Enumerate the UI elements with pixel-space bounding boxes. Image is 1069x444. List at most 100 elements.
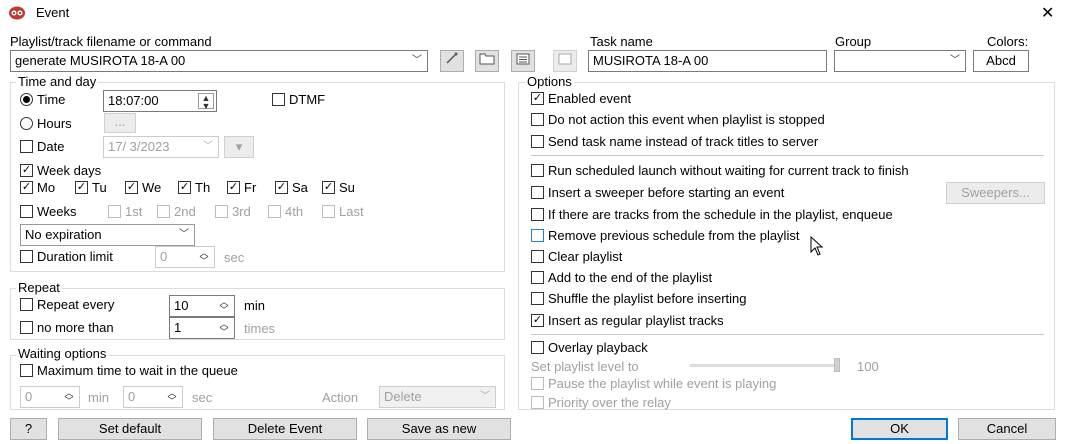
sweepers-button[interactable]: Sweepers... xyxy=(946,182,1045,204)
max-wait-checkbox[interactable]: Maximum time to wait in the queue xyxy=(20,363,238,379)
run-scheduled-checkbox[interactable]: Run scheduled launch without waiting for… xyxy=(531,163,909,179)
no-more-than-label: no more than xyxy=(37,320,114,335)
list-icon[interactable] xyxy=(511,50,535,72)
date-picker[interactable]: 17/ 3/2023 ﹀ xyxy=(103,136,219,158)
add-end-checkbox[interactable]: Add to the end of the playlist xyxy=(531,270,712,286)
chevron-down-icon[interactable]: ﹀ xyxy=(950,51,960,71)
delete-event-button[interactable]: Delete Event xyxy=(213,418,357,440)
checkbox-date[interactable] xyxy=(20,140,33,153)
date-checkbox[interactable]: Date xyxy=(20,139,64,155)
overlay-checkbox[interactable]: Overlay playback xyxy=(531,340,648,356)
no-more-than-input[interactable]: 1 ︿ ﹀ xyxy=(169,317,235,339)
spin-icon[interactable]: ︿ ﹀ xyxy=(196,249,212,266)
week-1st[interactable]: 1st xyxy=(108,204,142,220)
spin-icon[interactable]: ︿ ﹀ xyxy=(216,298,232,315)
spin-icon[interactable]: ︿ ﹀ xyxy=(61,389,77,406)
help-button[interactable]: ? xyxy=(10,418,47,440)
pause-label: Pause the playlist while event is playin… xyxy=(548,376,777,391)
save-as-new-button[interactable]: Save as new xyxy=(367,418,511,440)
checkbox-no-more-than[interactable] xyxy=(20,321,33,334)
regular-checkbox[interactable]: ✓ Insert as regular playlist tracks xyxy=(531,313,724,329)
duration-checkbox[interactable]: Duration limit xyxy=(20,249,113,265)
day-we[interactable]: ✓ We xyxy=(125,180,161,196)
week-2nd[interactable]: 2nd xyxy=(157,204,196,220)
colors-box[interactable]: Abcd xyxy=(973,50,1029,72)
week-days-checkbox[interactable]: ✓ Week days xyxy=(20,163,101,179)
run-scheduled-label: Run scheduled launch without waiting for… xyxy=(548,163,909,178)
day-label: Th xyxy=(195,180,211,195)
weeks-checkbox[interactable]: Weeks xyxy=(20,204,77,220)
checkbox-su: ✓ xyxy=(322,181,335,194)
day-label: Fr xyxy=(244,180,257,195)
playlist-combo[interactable]: generate MUSIROTA 18-A 00 ﹀ xyxy=(10,50,428,72)
chevron-down-icon[interactable]: ﹀ xyxy=(480,387,490,407)
enqueue-checkbox[interactable]: If there are tracks from the schedule in… xyxy=(531,207,893,223)
spin-icon[interactable]: ︿ ﹀ xyxy=(164,389,180,406)
week-3rd[interactable]: 3rd xyxy=(215,204,251,220)
wait-min-input[interactable]: 0 ︿ ﹀ xyxy=(20,386,80,408)
set-default-button[interactable]: Set default xyxy=(58,418,202,440)
chevron-down-icon[interactable]: ﹀ xyxy=(412,51,422,71)
close-icon[interactable]: ✕ xyxy=(1041,3,1054,23)
date-dropdown-button[interactable]: ▾ xyxy=(224,136,254,158)
remove-previous-checkbox[interactable]: Remove previous schedule from the playli… xyxy=(531,228,799,244)
hours-radio[interactable]: Hours xyxy=(20,116,72,132)
wait-sec-input[interactable]: 0 ︿ ﹀ xyxy=(123,386,183,408)
priority-checkbox[interactable]: Priority over the relay xyxy=(531,395,671,411)
checkbox-add-end xyxy=(531,271,544,284)
duration-label: Duration limit xyxy=(37,249,113,264)
checkbox-regular: ✓ xyxy=(531,314,544,327)
level-slider-track[interactable] xyxy=(690,364,840,367)
checkbox-duration[interactable] xyxy=(20,250,33,263)
chevron-down-icon[interactable]: ﹀ xyxy=(203,137,213,157)
radio-hours[interactable] xyxy=(20,117,33,130)
pause-checkbox[interactable]: Pause the playlist while event is playin… xyxy=(531,376,776,392)
week-4th[interactable]: 4th xyxy=(268,204,303,220)
folder-icon[interactable] xyxy=(475,50,499,72)
day-fr[interactable]: ✓ Fr xyxy=(227,180,256,196)
checkbox-th: ✓ xyxy=(178,181,191,194)
group-combo[interactable]: ﹀ xyxy=(834,50,966,72)
wait-sec-unit: sec xyxy=(192,390,213,405)
no-action-checkbox[interactable]: Do not action this event when playlist i… xyxy=(531,112,825,128)
dtmf-checkbox[interactable]: DTMF xyxy=(272,92,325,108)
sweeper-checkbox[interactable]: Insert a sweeper before starting an even… xyxy=(531,185,784,201)
day-su[interactable]: ✓ Su xyxy=(322,180,355,196)
enabled-checkbox[interactable]: ✓ Enabled event xyxy=(531,91,631,107)
day-mo[interactable]: ✓ Mo xyxy=(20,180,55,196)
checkbox-dtmf[interactable] xyxy=(272,93,285,106)
wait-sec-value: 0 xyxy=(128,389,136,404)
wand-icon[interactable] xyxy=(440,50,464,72)
day-th[interactable]: ✓ Th xyxy=(178,180,210,196)
level-slider-thumb[interactable] xyxy=(834,358,840,372)
checkbox-repeat-every[interactable] xyxy=(20,298,33,311)
task-input[interactable]: MUSIROTA 18-A 00 xyxy=(588,50,827,72)
no-more-than-checkbox[interactable]: no more than xyxy=(20,320,114,336)
week-label: 1st xyxy=(125,204,143,219)
clear-checkbox[interactable]: Clear playlist xyxy=(531,249,622,265)
action-combo[interactable]: Delete ﹀ xyxy=(379,386,496,408)
repeat-every-checkbox[interactable]: Repeat every xyxy=(20,297,114,313)
note-icon[interactable] xyxy=(553,50,577,72)
checkbox-send-task xyxy=(531,135,544,148)
time-input[interactable]: 18:07:00 ▲ ▼ xyxy=(103,90,217,112)
shuffle-checkbox[interactable]: Shuffle the playlist before inserting xyxy=(531,291,747,307)
expiration-combo[interactable]: No expiration ﹀ xyxy=(20,224,195,246)
ok-button[interactable]: OK xyxy=(851,418,948,440)
chevron-down-icon[interactable]: ﹀ xyxy=(179,225,189,245)
spin-icon[interactable]: ▲ ▼ xyxy=(198,93,214,111)
hours-button[interactable]: ... xyxy=(104,113,136,133)
duration-value: 0 xyxy=(160,249,168,264)
day-sa[interactable]: ✓ Sa xyxy=(275,180,308,196)
time-radio[interactable]: Time xyxy=(20,92,65,108)
duration-input[interactable]: 0 ︿ ﹀ xyxy=(155,246,215,268)
spin-icon[interactable]: ︿ ﹀ xyxy=(216,320,232,337)
cancel-button[interactable]: Cancel xyxy=(958,418,1056,440)
checkbox-weeks[interactable] xyxy=(20,205,33,218)
radio-time[interactable] xyxy=(20,93,33,106)
repeat-every-input[interactable]: 10 ︿ ﹀ xyxy=(169,295,235,317)
send-task-checkbox[interactable]: Send task name instead of track titles t… xyxy=(531,134,818,150)
checkbox-max-wait[interactable] xyxy=(20,364,33,377)
week-last[interactable]: Last xyxy=(322,204,364,220)
day-tu[interactable]: ✓ Tu xyxy=(75,180,107,196)
